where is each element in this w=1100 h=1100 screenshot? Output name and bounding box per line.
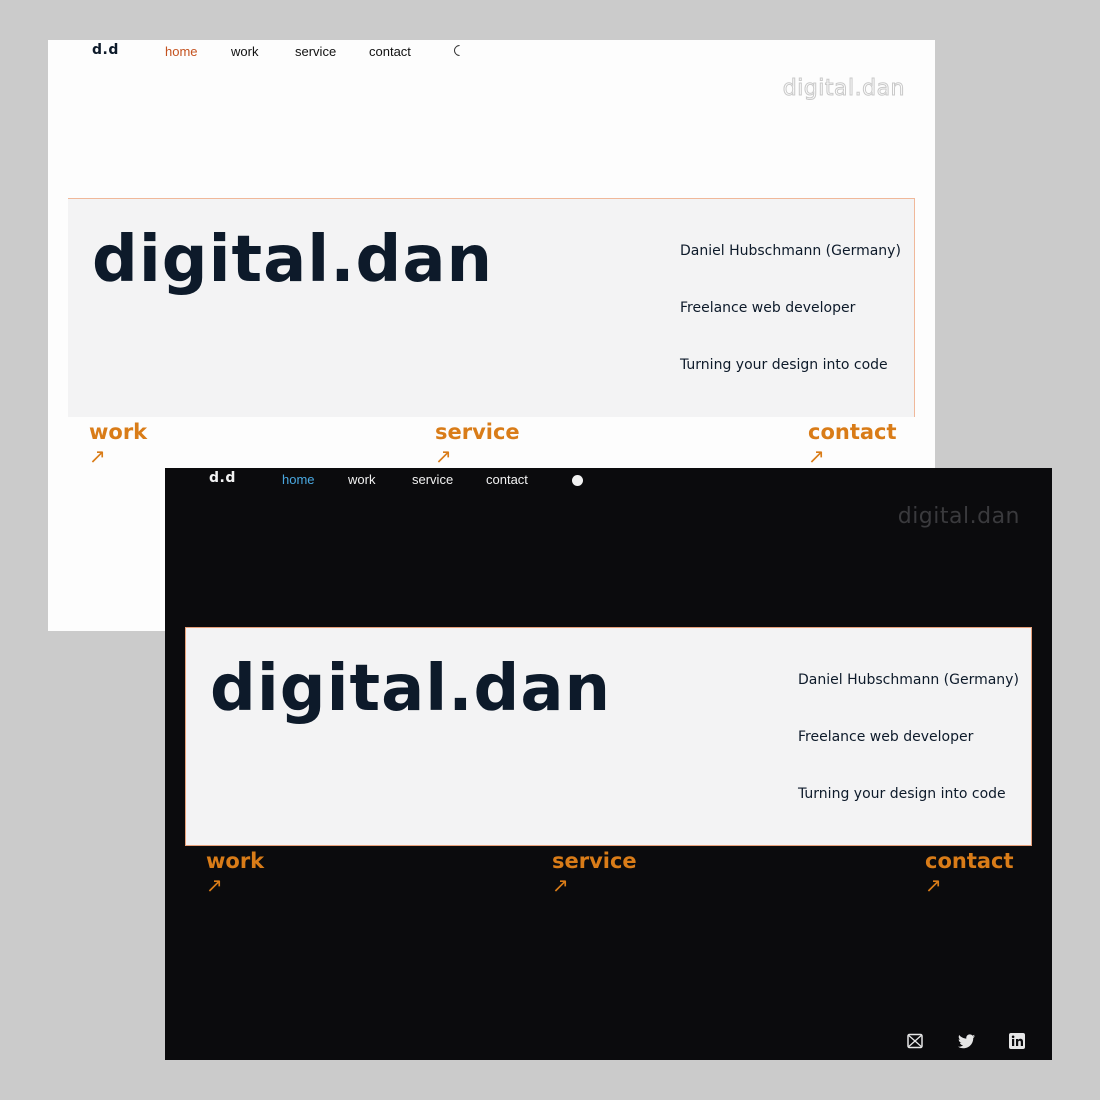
- dark-theme-screenshot: d.d home work service contact digital.da…: [165, 468, 1052, 1060]
- site-logo[interactable]: d.d: [92, 42, 119, 58]
- arrow-up-right-icon: ↗: [206, 873, 223, 897]
- nav-service[interactable]: service: [295, 44, 369, 59]
- link-work[interactable]: work ↗: [206, 849, 264, 895]
- hero-line-tagline: Turning your design into code: [680, 357, 888, 373]
- main-nav: home work service contact: [165, 44, 439, 59]
- hero-line-role: Freelance web developer: [680, 300, 856, 316]
- link-contact[interactable]: contact ↗: [925, 849, 1014, 895]
- hero-title: digital.dan: [92, 223, 494, 297]
- moon-icon[interactable]: [451, 42, 468, 59]
- link-contact-label: contact: [925, 849, 1014, 873]
- link-service-label: service: [435, 420, 520, 444]
- hero-card: digital.dan Daniel Hubschmann (Germany) …: [68, 198, 915, 417]
- linkedin-icon[interactable]: [1008, 1032, 1026, 1050]
- hero-info: Daniel Hubschmann (Germany) Freelance we…: [798, 672, 1019, 843]
- link-work-label: work: [89, 420, 148, 444]
- main-nav: home work service contact: [282, 472, 556, 487]
- link-contact-label: contact: [808, 420, 897, 444]
- link-service-label: service: [552, 849, 637, 873]
- nav-home[interactable]: home: [165, 44, 231, 59]
- hero-card: digital.dan Daniel Hubschmann (Germany) …: [185, 627, 1032, 846]
- nav-work[interactable]: work: [231, 44, 295, 59]
- nav-service[interactable]: service: [412, 472, 486, 487]
- hero-line-name: Daniel Hubschmann (Germany): [798, 672, 1019, 688]
- brand-outline-text: digital.dan: [897, 504, 1020, 529]
- brand-outline-text: digital.dan: [782, 76, 905, 102]
- nav-contact[interactable]: contact: [369, 44, 439, 59]
- hero-line-role: Freelance web developer: [798, 729, 974, 745]
- hero-title: digital.dan: [210, 652, 612, 726]
- hero-info: Daniel Hubschmann (Germany) Freelance we…: [680, 243, 901, 414]
- arrow-up-right-icon: ↗: [435, 444, 452, 468]
- link-contact[interactable]: contact ↗: [808, 420, 897, 466]
- link-service[interactable]: service ↗: [435, 420, 520, 466]
- link-work[interactable]: work ↗: [89, 420, 147, 466]
- sun-icon[interactable]: [572, 475, 583, 486]
- nav-work[interactable]: work: [348, 472, 412, 487]
- arrow-up-right-icon: ↗: [552, 873, 569, 897]
- hero-line-tagline: Turning your design into code: [798, 786, 1006, 802]
- mail-icon[interactable]: [906, 1032, 924, 1050]
- arrow-up-right-icon: ↗: [89, 444, 106, 468]
- twitter-icon[interactable]: [957, 1032, 975, 1050]
- link-service[interactable]: service ↗: [552, 849, 637, 895]
- arrow-up-right-icon: ↗: [925, 873, 942, 897]
- link-work-label: work: [206, 849, 265, 873]
- site-logo[interactable]: d.d: [209, 470, 236, 486]
- section-links: work ↗ service ↗ contact ↗: [165, 849, 1052, 909]
- nav-contact[interactable]: contact: [486, 472, 556, 487]
- nav-home[interactable]: home: [282, 472, 348, 487]
- arrow-up-right-icon: ↗: [808, 444, 825, 468]
- social-links: [906, 1032, 1026, 1050]
- hero-line-name: Daniel Hubschmann (Germany): [680, 243, 901, 259]
